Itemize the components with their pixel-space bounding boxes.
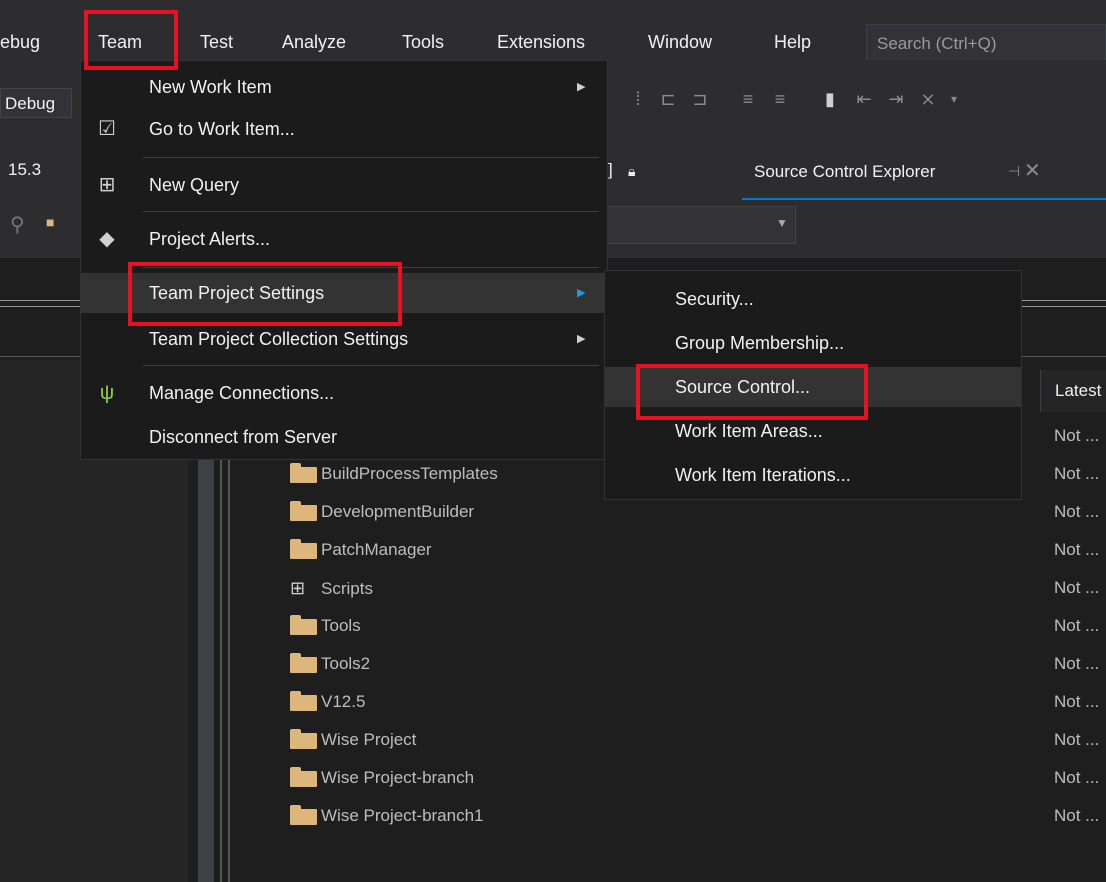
version-label: 15.3	[8, 160, 42, 179]
tree-item-tools[interactable]: Tools	[290, 611, 361, 641]
solution-configuration-dropdown[interactable]: Debug	[0, 88, 72, 118]
go-to-work-item-icon: ☑	[98, 118, 116, 140]
tree-item-scripts[interactable]: ⊞ Scripts	[290, 573, 373, 603]
search-icon[interactable]: ⚲	[10, 212, 25, 237]
latest-status-cell: Not ...	[1054, 502, 1100, 521]
indent-icon[interactable]: ⊏	[658, 88, 678, 110]
splitter-line	[228, 456, 230, 882]
divider	[0, 306, 80, 307]
highlight-team-project-settings	[128, 262, 402, 326]
highlight-source-control	[636, 364, 868, 420]
folder-icon[interactable]: ■	[46, 214, 54, 230]
menu-help[interactable]: Help	[774, 0, 811, 60]
latest-status-cell: Not ...	[1054, 578, 1100, 597]
folder-icon	[290, 539, 317, 559]
menu-item-manage-connections[interactable]: ψ Manage Connections...	[81, 373, 607, 413]
menu-item-go-to-work-item[interactable]: ☑ Go to Work Item...	[81, 109, 607, 149]
submenu-item-work-item-iterations[interactable]: Work Item Iterations...	[605, 455, 1021, 495]
menu-extensions[interactable]: Extensions	[497, 0, 585, 60]
chevron-down-icon[interactable]: ▼	[776, 216, 788, 230]
latest-status-cell: Not ...	[1054, 654, 1100, 673]
tree-item-wise-project-branch1[interactable]: Wise Project-branch1	[290, 801, 484, 831]
folder-icon	[290, 729, 317, 749]
team-menu: New Work Item ▶ ☑ Go to Work Item... ⊞ N…	[80, 60, 608, 460]
folder-icon	[290, 767, 317, 787]
clear-bookmarks-icon[interactable]: ⨯	[918, 88, 938, 110]
search-input[interactable]: Search (Ctrl+Q)	[866, 24, 1106, 62]
next-bookmark-icon[interactable]: ⇥	[886, 88, 906, 110]
menu-separator	[143, 365, 599, 366]
menu-window[interactable]: Window	[648, 0, 712, 60]
latest-status-cell: Not ...	[1054, 692, 1100, 711]
submenu-item-security[interactable]: Security...	[605, 279, 1021, 319]
tree-item-patchmanager[interactable]: PatchManager	[290, 535, 432, 565]
folder-icon	[290, 615, 317, 635]
menu-item-disconnect-from-server[interactable]: Disconnect from Server	[81, 417, 607, 457]
latest-column-header[interactable]: Latest	[1040, 370, 1106, 412]
highlight-team-menu	[84, 10, 178, 70]
menu-separator	[143, 211, 599, 212]
new-query-icon: ⊞	[98, 174, 116, 196]
tree-item-buildprocesstemplates[interactable]: BuildProcessTemplates	[290, 459, 498, 489]
menu-item-new-work-item[interactable]: New Work Item ▶	[81, 67, 607, 107]
submenu-arrow-icon: ▶	[577, 287, 586, 299]
tree-item-tools2[interactable]: Tools2	[290, 649, 370, 679]
menu-item-new-query[interactable]: ⊞ New Query	[81, 165, 607, 205]
close-icon[interactable]: ✕	[1024, 158, 1041, 183]
latest-status-cell: Not ...	[1054, 540, 1100, 559]
outdent-icon[interactable]: ⊐	[690, 88, 710, 110]
project-alerts-icon: ◆	[99, 228, 115, 250]
submenu-item-group-membership[interactable]: Group Membership...	[605, 323, 1021, 363]
pin-icon[interactable]: ⊣	[1008, 163, 1020, 180]
toolbar-overflow-icon[interactable]: ⁞	[628, 88, 648, 110]
divider	[1022, 300, 1106, 301]
source-control-explorer-tab-label: Source Control Explorer	[754, 162, 936, 181]
divider	[1022, 356, 1106, 357]
folder-icon	[290, 653, 317, 673]
latest-status-cell: Not ...	[1054, 464, 1100, 483]
branch-icon: ⊞	[290, 578, 306, 598]
divider	[1022, 306, 1106, 307]
splitter-line	[220, 456, 222, 882]
uncomment-icon[interactable]: ≡	[770, 88, 790, 110]
source-location-dropdown[interactable]	[604, 206, 796, 244]
submenu-arrow-icon: ▶	[577, 81, 586, 93]
plug-icon: ψ	[99, 382, 115, 404]
tree-item-wise-project[interactable]: Wise Project	[290, 725, 416, 755]
folder-icon	[290, 463, 317, 483]
folder-icon	[290, 501, 317, 521]
menu-item-project-alerts[interactable]: ◆ Project Alerts...	[81, 219, 607, 259]
prev-bookmark-icon[interactable]: ⇤	[854, 88, 874, 110]
submenu-arrow-icon: ▶	[577, 333, 586, 345]
latest-status-cell: Not ...	[1054, 730, 1100, 749]
lock-icon: 🔒︎	[628, 163, 636, 179]
divider	[0, 300, 80, 301]
folder-icon	[290, 805, 317, 825]
latest-status-cell: Not ...	[1054, 426, 1100, 445]
splitter[interactable]	[198, 456, 214, 882]
folder-icon	[290, 691, 317, 711]
divider	[0, 356, 80, 357]
bookmark-icon[interactable]: ▮	[820, 88, 840, 110]
tree-item-wise-project-branch[interactable]: Wise Project-branch	[290, 763, 474, 793]
menu-tools[interactable]: Tools	[402, 0, 444, 60]
latest-status-cell: Not ...	[1054, 806, 1100, 825]
partial-tab[interactable]: ]	[608, 160, 613, 180]
toolbar-dropdown-icon[interactable]: ▾	[944, 88, 964, 110]
latest-status-cell: Not ...	[1054, 616, 1100, 635]
menu-test[interactable]: Test	[200, 0, 233, 60]
latest-status-cell: Not ...	[1054, 768, 1100, 787]
menu-debug[interactable]: ebug	[0, 0, 40, 60]
menu-separator	[143, 157, 599, 158]
tree-item-developmentbuilder[interactable]: DevelopmentBuilder	[290, 497, 474, 527]
tree-item-v12-5[interactable]: V12.5	[290, 687, 365, 717]
comment-icon[interactable]: ≡	[738, 88, 758, 110]
menu-analyze[interactable]: Analyze	[282, 0, 346, 60]
